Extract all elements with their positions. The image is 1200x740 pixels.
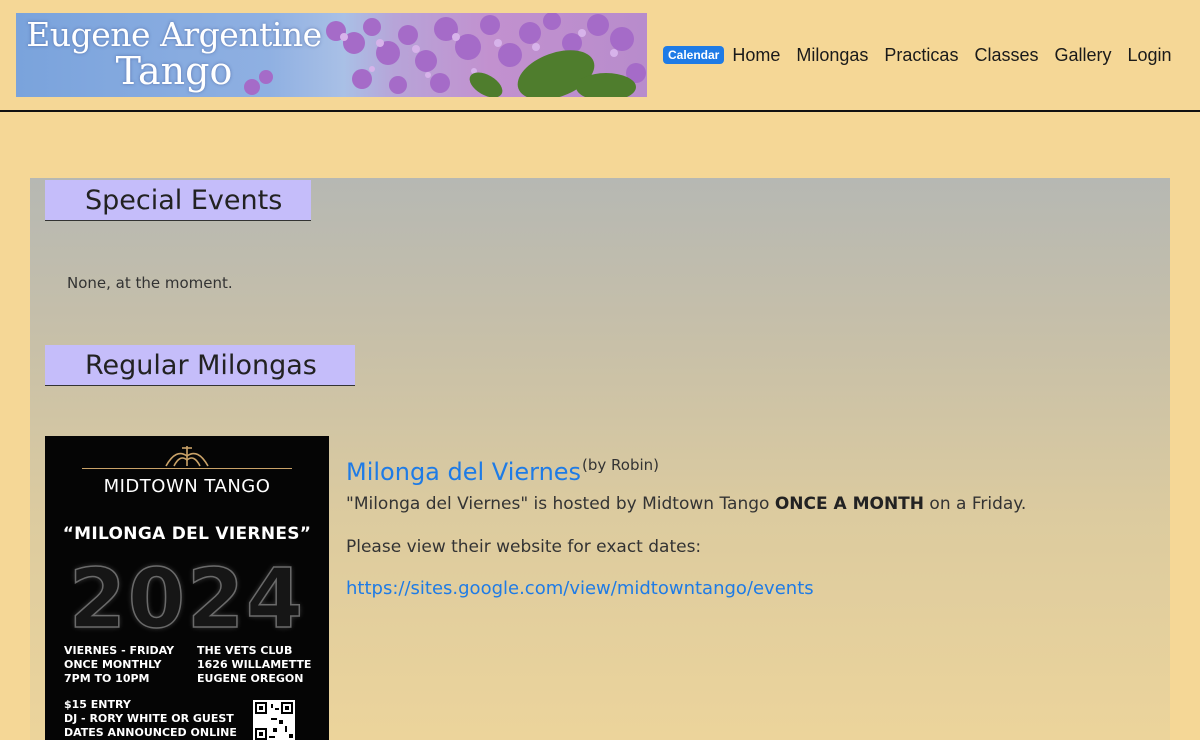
nav-milongas[interactable]: Milongas bbox=[796, 45, 868, 66]
poster-left-info: VIERNES - FRIDAY ONCE MONTHLY 7PM TO 10P… bbox=[64, 644, 175, 685]
poster-left-info-2: $15 ENTRY DJ - RORY WHITE OR GUEST DATES… bbox=[64, 698, 237, 739]
nav-login[interactable]: Login bbox=[1128, 45, 1172, 66]
event-website-link[interactable]: https://sites.google.com/view/midtowntan… bbox=[346, 578, 814, 599]
calendar-badge[interactable]: Calendar bbox=[663, 46, 725, 64]
event-desc-post: on a Friday. bbox=[924, 494, 1027, 514]
qr-code-icon bbox=[253, 700, 295, 740]
banner-title: Eugene Argentine Tango bbox=[24, 15, 324, 93]
poster-year: 2024 bbox=[68, 551, 306, 648]
site-banner[interactable]: Eugene Argentine Tango bbox=[16, 13, 647, 97]
poster-subtitle: “MILONGA DEL VIERNES” bbox=[62, 524, 312, 544]
special-events-heading: Special Events bbox=[45, 180, 311, 221]
content-panel: Special Events None, at the moment. Regu… bbox=[30, 178, 1170, 740]
event-title-link[interactable]: Milonga del Viernes bbox=[346, 458, 581, 486]
midtown-tango-logo-icon bbox=[165, 446, 209, 467]
event-desc-bold: ONCE A MONTH bbox=[774, 494, 925, 514]
nav-practicas[interactable]: Practicas bbox=[884, 45, 958, 66]
poster-right-info: THE VETS CLUB 1626 WILLAMETTE EUGENE ORE… bbox=[197, 644, 312, 685]
event-note: Please view their website for exact date… bbox=[346, 537, 702, 557]
event-description: "Milonga del Viernes" is hosted by Midto… bbox=[346, 494, 1026, 514]
event-author: (by Robin) bbox=[582, 456, 659, 474]
banner-title-line2: Tango bbox=[115, 49, 233, 93]
poster-brand: MIDTOWN TANGO bbox=[103, 476, 271, 497]
nav-gallery[interactable]: Gallery bbox=[1054, 45, 1111, 66]
nav-classes[interactable]: Classes bbox=[974, 45, 1038, 66]
special-events-text: None, at the moment. bbox=[67, 274, 233, 292]
poster-rule bbox=[82, 468, 292, 469]
nav-home[interactable]: Home bbox=[732, 45, 780, 66]
main-nav: Calendar Home Milongas Practicas Classes… bbox=[663, 42, 1172, 68]
regular-milongas-heading: Regular Milongas bbox=[45, 345, 355, 386]
banner-title-line1: Eugene Argentine bbox=[26, 15, 322, 54]
site-header: Eugene Argentine Tango Calendar Home Mil… bbox=[0, 0, 1200, 112]
milonga-poster[interactable]: MIDTOWN TANGO “MILONGA DEL VIERNES” 2024… bbox=[45, 436, 329, 740]
event-desc-pre: "Milonga del Viernes" is hosted by Midto… bbox=[346, 494, 775, 514]
